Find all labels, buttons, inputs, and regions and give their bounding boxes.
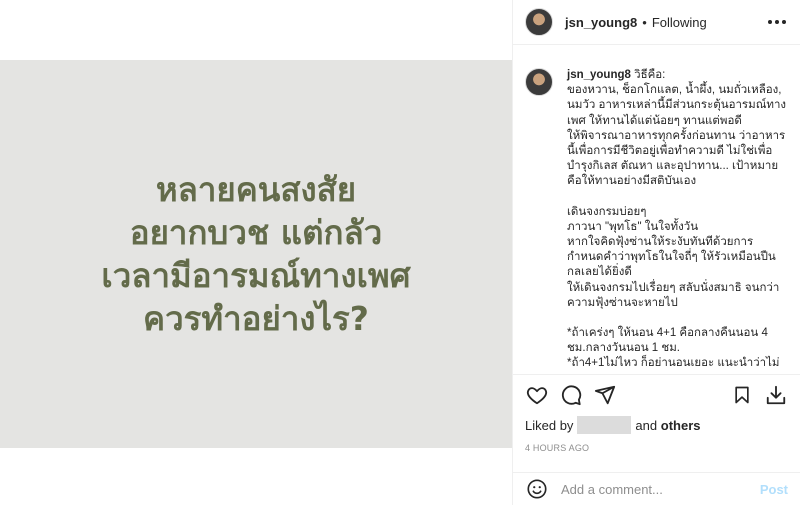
bookmark-icon[interactable] <box>730 383 754 407</box>
caption-avatar[interactable] <box>525 68 553 96</box>
caption-line: เดินจงกรมบ่อยๆ <box>567 205 647 218</box>
action-bar <box>513 374 800 414</box>
liked-by-label: Liked by <box>525 417 574 433</box>
heart-icon[interactable] <box>525 383 549 407</box>
post-timestamp[interactable]: 4 HOURS AGO <box>525 443 589 453</box>
caption-line: คือให้ทานอย่างมีสติบันเอง <box>567 175 697 188</box>
caption-line: *ถ้า4+1ไม่ไหว ก็อย่านอนเยอะ แนะนำว่าไม่ <box>567 357 780 370</box>
comment-icon[interactable] <box>559 383 583 407</box>
caption-line: ภาวนา "พุทโธ" ในใจทั้งวัน <box>567 220 699 233</box>
post-header: jsn_young8 • Following <box>513 0 800 45</box>
caption-line: กลเลยได้ยิ่งดี <box>567 266 632 279</box>
caption-line: นี้เพื่อการมีชีวิตอยู่เพื่อทำความดี ไม่ใ… <box>567 145 773 158</box>
avatar[interactable] <box>525 8 553 36</box>
caption-line: ชม.กลางวันนอน 1 ชม. <box>567 342 680 355</box>
post-image[interactable]: หลายคนสงสัย อยากบวช แต่กลัว เวลามีอารมณ์… <box>0 60 512 448</box>
caption-line: หากใจคิดฟุ้งซ่านให้ระงับทันทีด้วยการ <box>567 236 754 249</box>
emoji-icon[interactable] <box>525 477 549 501</box>
post-comment-button[interactable]: Post <box>760 482 788 497</box>
download-icon[interactable] <box>764 383 788 407</box>
caption-username[interactable]: jsn_young8 <box>567 69 631 81</box>
caption-line: ให้พิจารณาอาหารทุกครั้งก่อนทาน ว่าอาหาร <box>567 129 786 142</box>
caption-line: วิธีคือ: <box>634 69 666 81</box>
header-username[interactable]: jsn_young8 <box>565 15 637 30</box>
caption-line: นมวัว อาหารเหล่านี้มีส่วนกระตุ้นอารมณ์ทา… <box>567 99 787 112</box>
caption-area: jsn_young8 วิธีคือ: ของหวาน, ช็อกโกแลต, … <box>513 46 800 374</box>
caption-line: ของหวาน, ช็อกโกแลต, น้ำผึ้ง, นมถั่วเหลือ… <box>567 84 782 97</box>
caption-text: jsn_young8 วิธีคือ: ของหวาน, ช็อกโกแลต, … <box>567 68 789 374</box>
caption-line: ความฟุ้งซ่านจะหายไป <box>567 296 678 309</box>
separator-dot: • <box>642 14 647 30</box>
add-comment-bar: Post <box>513 472 800 505</box>
caption-line: เพศ ให้ทานได้แต่น้อยๆ ทานแต่พอดี <box>567 114 742 127</box>
likes-others-link[interactable]: others <box>661 418 701 433</box>
following-button[interactable]: Following <box>652 15 707 30</box>
comment-input[interactable] <box>561 481 760 497</box>
post-sidebar: jsn_young8 • Following jsn_young8 วิธีคื… <box>512 0 800 505</box>
post-image-text: หลายคนสงสัย อยากบวช แต่กลัว เวลามีอารมณ์… <box>101 170 411 338</box>
more-options-icon[interactable] <box>768 12 786 32</box>
redacted-username[interactable] <box>577 416 632 434</box>
share-icon[interactable] <box>593 383 617 407</box>
caption-line: ให้เดินจงกรมไปเรื่อยๆ สลับนั่งสมาธิ จนกว… <box>567 281 780 294</box>
likes-connector: and <box>635 417 658 433</box>
caption-line: กำหนดคำว่าพุทโธในใจถี่ๆ ให้รัวเหมือนปืน <box>567 251 776 264</box>
caption-line: บำรุงกิเลส ตัณหา และอุปาทาน... เป้าหมาย <box>567 160 779 173</box>
caption-line: *ถ้าเคร่งๆ ให้นอน 4+1 คือกลางคืนนอน 4 <box>567 327 768 340</box>
post-media-pane: หลายคนสงสัย อยากบวช แต่กลัว เวลามีอารมณ์… <box>0 0 512 505</box>
likes-summary: Liked by and others <box>525 416 700 434</box>
